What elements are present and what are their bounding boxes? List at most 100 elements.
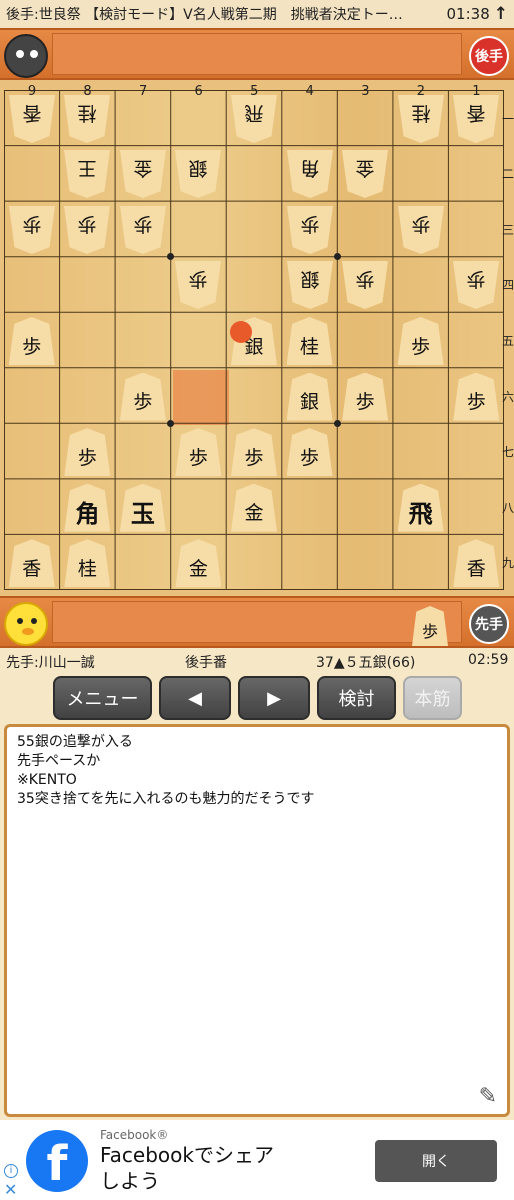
move-notation: 37▲５五銀(66) bbox=[316, 655, 416, 671]
gote-piece[interactable]: 歩 bbox=[175, 261, 221, 309]
ad-title: Facebookでシェア しよう bbox=[100, 1142, 274, 1194]
game-title: 後手:世良祭 【検討モード】V名人戦第二期 挑戦者決定トー… bbox=[6, 7, 403, 23]
file-number: 7 bbox=[138, 84, 148, 99]
bottom-clock: 02:59 bbox=[468, 652, 509, 668]
rank-number: 八 bbox=[501, 500, 514, 515]
sente-piece[interactable]: 金 bbox=[175, 539, 222, 588]
hand-piece-pawn[interactable]: 歩 bbox=[412, 606, 448, 646]
sente-piece[interactable]: 銀 bbox=[286, 372, 333, 421]
close-icon[interactable]: ✕ bbox=[4, 1180, 17, 1199]
prev-move-button[interactable]: ◀ bbox=[159, 676, 231, 720]
sente-piece[interactable]: 歩 bbox=[8, 317, 55, 365]
gote-piece[interactable]: 桂 bbox=[64, 95, 110, 143]
ad-open-button[interactable]: 開く bbox=[375, 1140, 497, 1182]
sente-hand-area bbox=[52, 601, 462, 643]
info-bar: 先手:川山一誠 後手番 37▲５五銀(66) 02:59 bbox=[0, 650, 514, 672]
rank-number: 二 bbox=[501, 167, 514, 182]
sente-badge: 先手 bbox=[469, 604, 509, 644]
gote-piece[interactable]: 金 bbox=[342, 150, 388, 198]
eye-icon bbox=[17, 618, 23, 624]
gote-piece[interactable]: 銀 bbox=[287, 261, 333, 309]
sente-piece[interactable]: 歩 bbox=[397, 317, 444, 365]
star-point bbox=[334, 253, 341, 260]
sente-piece[interactable]: 歩 bbox=[64, 428, 111, 477]
sente-piece[interactable]: 歩 bbox=[119, 372, 166, 421]
sente-piece[interactable]: 香 bbox=[453, 539, 500, 588]
file-number: 6 bbox=[194, 84, 203, 99]
star-point bbox=[334, 420, 341, 427]
menu-button[interactable]: メニュー bbox=[53, 676, 152, 720]
facebook-logo-icon: f bbox=[26, 1130, 88, 1192]
sente-piece[interactable]: 歩 bbox=[231, 428, 277, 477]
mainline-button[interactable]: 本筋 bbox=[403, 676, 462, 720]
eye-icon bbox=[31, 618, 37, 624]
rank-number: 四 bbox=[501, 278, 514, 293]
gote-piece[interactable]: 歩 bbox=[120, 206, 166, 254]
comment-line: 先手ペースか bbox=[17, 753, 101, 769]
gote-piece[interactable]: 金 bbox=[120, 150, 166, 198]
rank-number: 五 bbox=[501, 334, 514, 348]
eye-icon bbox=[16, 50, 24, 58]
comment-line: ※KENTO bbox=[17, 772, 77, 788]
gote-piece[interactable]: 歩 bbox=[398, 206, 444, 254]
sente-piece[interactable]: 角 bbox=[64, 483, 111, 532]
sente-piece[interactable]: 玉 bbox=[119, 483, 166, 532]
comment-line: 35突き捨てを先に入れるのも魅力的だそうです bbox=[17, 791, 315, 807]
sente-piece[interactable]: 歩 bbox=[175, 428, 222, 477]
sente-piece[interactable]: 歩 bbox=[286, 428, 333, 477]
ad-title-line: しよう bbox=[100, 1169, 160, 1193]
rank-number: 六 bbox=[501, 389, 514, 404]
sente-player-name: 先手:川山一誠 bbox=[6, 655, 95, 671]
gote-piece[interactable]: 銀 bbox=[175, 150, 221, 198]
gote-piece[interactable]: 王 bbox=[64, 150, 110, 198]
turn-indicator: 後手番 bbox=[185, 655, 227, 671]
comment-line: 55銀の追撃が入る bbox=[17, 734, 133, 750]
analyze-button[interactable]: 検討 bbox=[317, 676, 396, 720]
file-number: 4 bbox=[305, 84, 314, 99]
gote-piece[interactable]: 歩 bbox=[287, 206, 333, 254]
gote-badge: 後手 bbox=[469, 36, 509, 76]
gote-hand-area bbox=[52, 33, 462, 75]
sente-piece[interactable]: 桂 bbox=[64, 539, 111, 588]
star-point bbox=[167, 420, 174, 427]
eye-icon bbox=[30, 50, 38, 58]
sente-piece[interactable]: 桂 bbox=[286, 317, 333, 365]
sente-avatar[interactable] bbox=[4, 602, 48, 646]
gote-piece[interactable]: 歩 bbox=[453, 261, 499, 309]
rank-number: 七 bbox=[501, 445, 514, 460]
status-bar: 後手:世良祭 【検討モード】V名人戦第二期 挑戦者決定トー… 01:38 ↑ bbox=[0, 0, 514, 28]
gote-piece[interactable]: 角 bbox=[287, 150, 333, 198]
comment-box[interactable]: 55銀の追撃が入る 先手ペースか ※KENTO 35突き捨てを先に入れるのも魅力… bbox=[4, 724, 510, 1117]
ad-info-icon[interactable]: i bbox=[4, 1164, 18, 1178]
last-move-marker bbox=[230, 321, 252, 343]
sente-piece[interactable]: 歩 bbox=[453, 372, 500, 421]
sente-piece[interactable]: 金 bbox=[231, 483, 277, 532]
sente-piece[interactable]: 歩 bbox=[342, 372, 389, 421]
gote-piece[interactable]: 香 bbox=[453, 95, 499, 143]
sente-piece-stand: 歩 先手 bbox=[0, 596, 514, 648]
file-number: 3 bbox=[361, 84, 370, 99]
star-point bbox=[167, 253, 174, 260]
gote-piece[interactable]: 飛 bbox=[231, 95, 277, 143]
rank-number: 三 bbox=[501, 222, 514, 237]
gote-piece[interactable]: 歩 bbox=[342, 261, 388, 309]
board-area: 987654321 一二三四五六七八九 香桂飛桂香王金銀角金歩歩歩歩歩歩銀歩歩歩… bbox=[0, 80, 514, 596]
ad-source: Facebook® bbox=[100, 1128, 169, 1142]
rank-number: 九 bbox=[501, 556, 514, 571]
gote-piece[interactable]: 歩 bbox=[64, 206, 110, 254]
ad-banner[interactable]: i ✕ f Facebook® Facebookでシェア しよう 開く bbox=[0, 1120, 514, 1200]
edit-pen-icon[interactable]: ✎ bbox=[479, 1086, 497, 1108]
next-move-button[interactable]: ▶ bbox=[238, 676, 310, 720]
gote-piece-stand: 後手 bbox=[0, 28, 514, 80]
gote-piece[interactable]: 香 bbox=[9, 95, 55, 143]
beak-icon bbox=[22, 628, 34, 635]
top-clock: 01:38 bbox=[446, 5, 490, 23]
sente-piece[interactable]: 香 bbox=[8, 539, 55, 588]
gote-avatar[interactable] bbox=[4, 34, 48, 78]
sente-piece[interactable]: 飛 bbox=[397, 483, 444, 532]
gote-piece[interactable]: 桂 bbox=[398, 95, 444, 143]
shogi-board[interactable]: 987654321 一二三四五六七八九 香桂飛桂香王金銀角金歩歩歩歩歩歩銀歩歩歩… bbox=[4, 84, 514, 590]
gote-piece[interactable]: 歩 bbox=[9, 206, 55, 254]
up-arrow-icon[interactable]: ↑ bbox=[494, 4, 508, 24]
rank-number: 一 bbox=[501, 111, 514, 126]
